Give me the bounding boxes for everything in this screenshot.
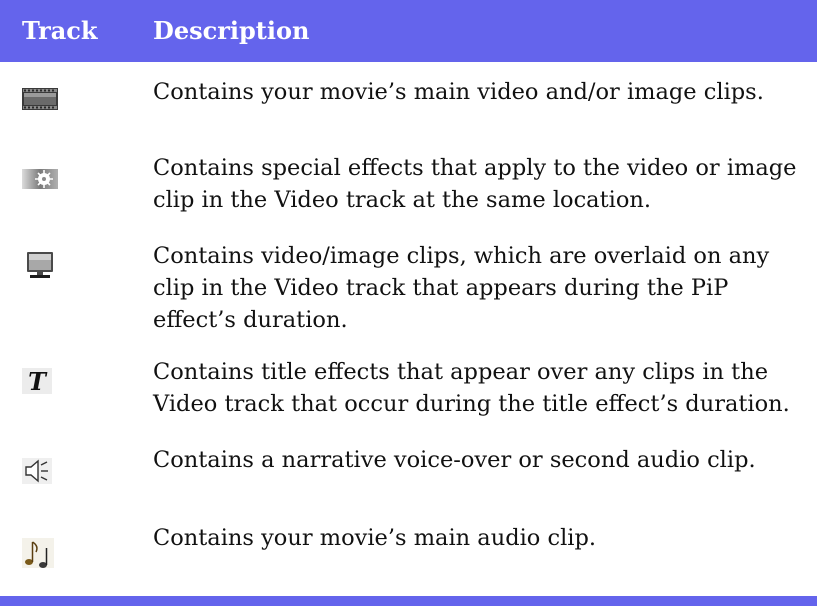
table-footer-bar	[0, 596, 817, 606]
svg-text:T: T	[28, 367, 48, 396]
pip-monitor-icon	[22, 250, 58, 280]
row-description: Contains your movie’s main video and/or …	[153, 79, 764, 105]
table-header: Track Description	[0, 0, 817, 62]
film-strip-icon	[22, 84, 58, 114]
table-row: Contains your movie’s main video and/or …	[0, 76, 817, 132]
row-description: Contains video/image clips, which are ov…	[153, 243, 770, 333]
table-row: Contains your movie’s main audio clip.	[0, 522, 817, 582]
effect-icon	[22, 164, 58, 194]
table-row: T Contains title effects that appear ove…	[0, 356, 817, 424]
row-description: Contains a narrative voice-over or secon…	[153, 447, 756, 473]
row-description: Contains special effects that apply to t…	[153, 155, 797, 213]
row-description: Contains your movie’s main audio clip.	[153, 525, 597, 551]
header-description: Description	[153, 16, 310, 45]
table-row: Contains special effects that apply to t…	[0, 152, 817, 220]
row-description: Contains title effects that appear over …	[153, 359, 790, 417]
table-row: Contains video/image clips, which are ov…	[0, 240, 817, 336]
table-row: Contains a narrative voice-over or secon…	[0, 444, 817, 504]
title-t-icon: T	[22, 366, 58, 396]
music-note-icon	[22, 536, 58, 568]
speaker-icon	[22, 456, 58, 486]
header-track: Track	[22, 16, 98, 45]
